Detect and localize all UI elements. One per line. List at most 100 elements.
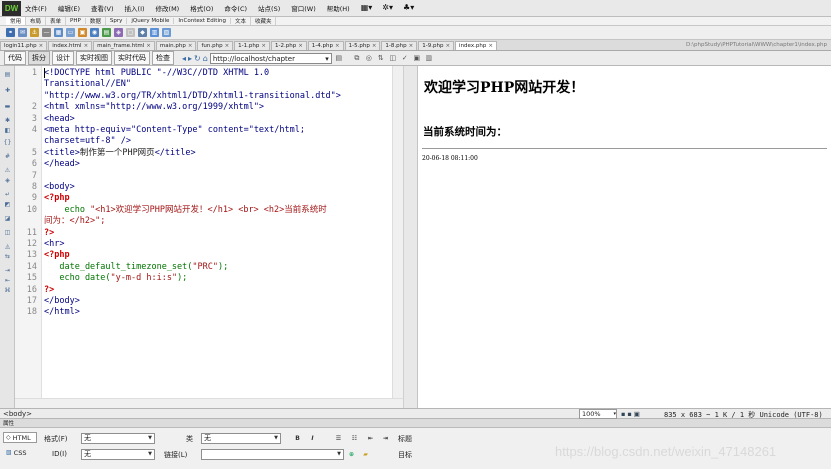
collapse-full-tag-icon[interactable]: ✚	[3, 86, 12, 95]
point-to-file-icon[interactable]: ⊕	[347, 450, 356, 459]
format-source-icon[interactable]: ⌘	[3, 286, 12, 295]
close-icon[interactable]: ×	[146, 43, 151, 49]
file-management-icon[interactable]: ⇅	[376, 53, 386, 63]
code-line[interactable]: ?>	[44, 285, 54, 296]
close-icon[interactable]: ×	[445, 43, 450, 49]
code-line[interactable]: <title>制作第一个PHP网页</title>	[44, 148, 196, 159]
extensions-menu-icon[interactable]: ♣▾	[403, 3, 414, 13]
link-field[interactable]: ▼	[201, 449, 344, 460]
back-icon[interactable]: ◂	[182, 54, 186, 63]
chevron-down-icon[interactable]: ▾	[325, 54, 329, 63]
code-line[interactable]: </head>	[44, 159, 80, 170]
code-line[interactable]: charset=utf-8" />	[44, 136, 131, 147]
document-tab[interactable]: 1-8.php ×	[381, 41, 418, 50]
unordered-list-icon[interactable]: ☰	[334, 434, 343, 443]
view-button[interactable]: 代码	[4, 51, 26, 65]
code-line[interactable]: <head>	[44, 114, 75, 125]
insert-tab[interactable]: 常用	[6, 17, 27, 25]
window-size-icons[interactable]: ▪▪▣	[621, 410, 642, 418]
document-tab[interactable]: main_frame.html ×	[93, 41, 155, 50]
code-line[interactable]: <!DOCTYPE html PUBLIC "-//W3C//DTD XHTML…	[44, 68, 269, 79]
document-tab[interactable]: login11.php ×	[0, 41, 48, 50]
close-icon[interactable]: ×	[298, 43, 303, 49]
code-line[interactable]: </html>	[44, 307, 80, 318]
close-icon[interactable]: ×	[261, 43, 266, 49]
multiscreen-icon[interactable]: ⧉	[352, 53, 362, 63]
insert-tab[interactable]: InContext Editing	[174, 18, 231, 24]
forward-icon[interactable]: ▸	[188, 54, 192, 63]
document-tab[interactable]: 1-9.php ×	[418, 41, 455, 50]
document-tab[interactable]: index.php ×	[455, 41, 497, 50]
menu-item[interactable]: 格式(O)	[190, 3, 213, 13]
code-vertical-scrollbar[interactable]	[392, 66, 403, 408]
horizontal-rule-icon[interactable]: —	[42, 28, 51, 37]
line-numbers-icon[interactable]: #	[3, 152, 12, 161]
indent-icon[interactable]: ⇥	[381, 434, 390, 443]
view-button[interactable]: 拆分	[28, 51, 50, 65]
div-icon[interactable]: ▭	[66, 28, 75, 37]
home-icon[interactable]: ⌂	[203, 54, 208, 63]
code-line[interactable]: ?>	[44, 228, 54, 239]
html-mode-button[interactable]: ◇ HTML	[3, 432, 37, 443]
layout-menu-icon[interactable]: ▦▾	[361, 3, 373, 13]
recent-snippets-icon[interactable]: ◬	[3, 242, 12, 251]
named-anchor-icon[interactable]: ⚓	[30, 28, 39, 37]
view-button[interactable]: 实时视图	[76, 51, 112, 65]
syntax-coloring-icon[interactable]: ◈	[3, 176, 12, 185]
insert-tab[interactable]: 文本	[231, 17, 251, 25]
visual-aids-icon[interactable]: ◫	[388, 53, 398, 63]
close-icon[interactable]: ×	[372, 43, 377, 49]
balance-braces-icon[interactable]: {}	[3, 138, 12, 147]
document-tab[interactable]: 1-2.php ×	[270, 41, 307, 50]
code-line[interactable]: <?php	[44, 193, 70, 204]
move-css-icon[interactable]: ⇆	[3, 252, 12, 261]
preview-in-browser-icon[interactable]: ◎	[364, 53, 374, 63]
chevron-down-icon[interactable]: ▾	[613, 410, 616, 418]
zoom-select[interactable]: 100% ▾	[579, 409, 617, 419]
close-icon[interactable]: ×	[225, 43, 230, 49]
code-line[interactable]: echo "<h1>欢迎学习PHP网站开发！</h1> <br> <h2>当前系…	[44, 205, 326, 216]
close-icon[interactable]: ×	[39, 43, 44, 49]
id-select[interactable]: 无 ▼	[81, 449, 155, 460]
format-select[interactable]: 无 ▼	[81, 433, 155, 444]
address-field[interactable]: http://localhost/chapter ▾	[209, 52, 332, 64]
class-select[interactable]: 无 ▼	[201, 433, 281, 444]
check-page-icon[interactable]: ✓	[400, 53, 410, 63]
bold-icon[interactable]: B	[293, 434, 302, 443]
menu-item[interactable]: 站点(S)	[258, 3, 280, 13]
apply-comment-icon[interactable]: ◩	[3, 200, 12, 209]
close-icon[interactable]: ×	[488, 43, 493, 49]
close-icon[interactable]: ×	[84, 43, 89, 49]
code-line[interactable]: <hr>	[44, 239, 64, 250]
outdent-icon[interactable]: ⇤	[366, 434, 375, 443]
tag-selector[interactable]: <body>	[3, 410, 32, 418]
css-mode-button[interactable]: ▧ CSS	[3, 447, 37, 458]
code-line[interactable]: <?php	[44, 250, 70, 261]
browse-folder-icon[interactable]: ▰	[361, 450, 370, 459]
code-line[interactable]: date_default_timezone_set("PRC");	[44, 262, 228, 273]
split-view-divider[interactable]	[404, 66, 418, 408]
collapse-selection-icon[interactable]: ▬	[3, 102, 12, 111]
script-icon[interactable]: ▥	[150, 28, 159, 37]
menu-item[interactable]: 命令(C)	[224, 3, 247, 13]
code-editor[interactable]: 1 2 3 4 5 6 7 8 9 10 11 12 13 14 15 16 17 18 <!DOCTYPE ht…	[15, 66, 404, 408]
insert-tab[interactable]: PHP	[66, 18, 86, 24]
templates-icon[interactable]: ▧	[162, 28, 171, 37]
code-line[interactable]: <html xmlns="http://www.w3.org/1999/xhtm…	[44, 102, 264, 113]
media-icon[interactable]: ◉	[90, 28, 99, 37]
menu-item[interactable]: 文件(F)	[25, 3, 47, 13]
menu-item[interactable]: 查看(V)	[91, 3, 114, 13]
table-icon[interactable]: ▦	[54, 28, 63, 37]
insert-tab[interactable]: 布局	[26, 17, 47, 25]
indent-code-icon[interactable]: ⇥	[3, 266, 12, 275]
insert-tab[interactable]: Spry	[106, 18, 128, 24]
code-line[interactable]: <meta http-equiv="Content-Type" content=…	[44, 125, 305, 136]
head-icon[interactable]: ◆	[138, 28, 147, 37]
email-link-icon[interactable]: ✉	[18, 28, 27, 37]
close-icon[interactable]: ×	[409, 43, 414, 49]
code-line[interactable]: Transitional//EN"	[44, 79, 131, 90]
menu-item[interactable]: 修改(M)	[156, 3, 180, 13]
insert-tab[interactable]: 收藏夹	[251, 17, 277, 25]
view-button[interactable]: 检查	[152, 51, 174, 65]
expand-all-icon[interactable]: ✱	[3, 116, 12, 125]
